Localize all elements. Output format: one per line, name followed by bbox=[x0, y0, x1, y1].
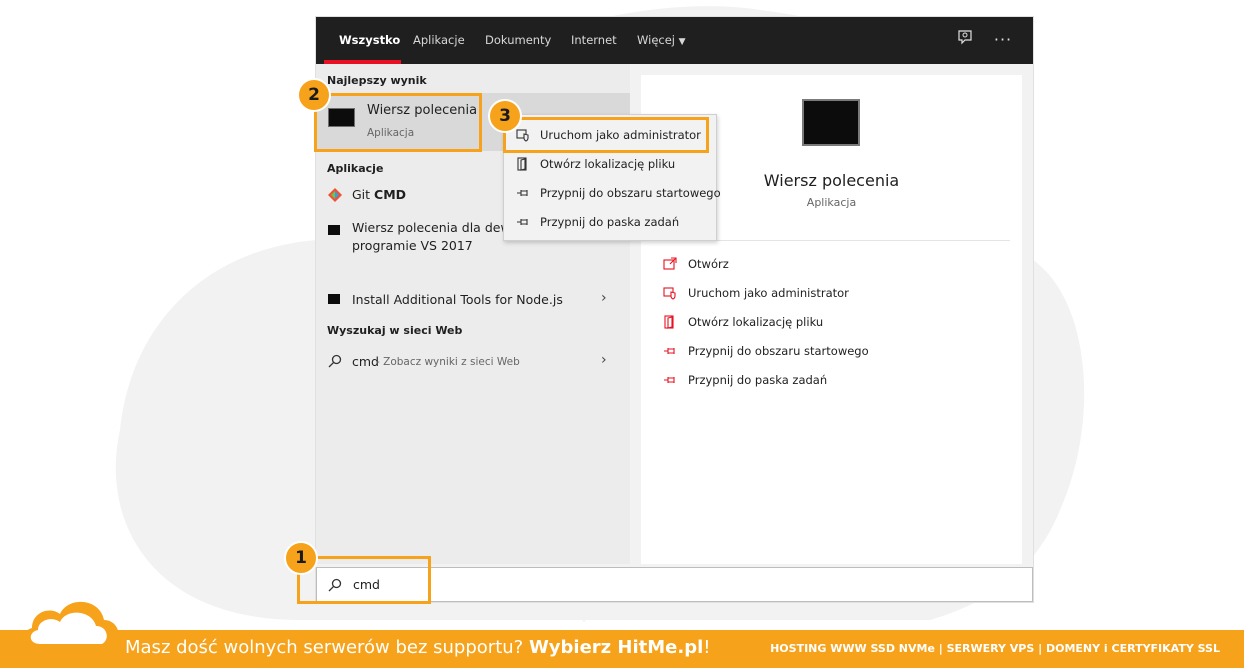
pin-icon bbox=[663, 344, 677, 358]
chevron-right-icon[interactable]: › bbox=[601, 352, 607, 368]
cmd-icon bbox=[328, 294, 340, 304]
ctx-open-location[interactable]: Otwórz lokalizację pliku bbox=[504, 150, 716, 179]
cmd-icon bbox=[328, 225, 340, 235]
node-tools-label: Install Additional Tools for Node.js bbox=[352, 292, 563, 307]
pin-icon bbox=[663, 373, 677, 387]
search-icon bbox=[328, 354, 342, 368]
highlight-run-as-admin bbox=[503, 117, 709, 153]
tab-apps[interactable]: Aplikacje bbox=[413, 17, 465, 64]
vs-cmd-line1: Wiersz polecenia dla dew bbox=[352, 220, 511, 235]
action-run-as-admin-label: Uruchom jako administrator bbox=[688, 286, 849, 300]
git-cmd-label: Git CMD bbox=[352, 187, 406, 202]
banner-question: Masz dość wolnych serwerów bez supportu? bbox=[125, 637, 529, 658]
action-open-location-label: Otwórz lokalizację pliku bbox=[688, 315, 824, 329]
tab-more[interactable]: Więcej ▼ bbox=[637, 17, 686, 64]
tab-documents[interactable]: Dokumenty bbox=[485, 17, 551, 64]
step-badge-1: 1 bbox=[284, 541, 318, 575]
tab-more-label: Więcej bbox=[637, 33, 675, 47]
git-cmd-prefix: Git bbox=[352, 187, 375, 202]
promo-banner: Masz dość wolnych serwerów bez supportu?… bbox=[0, 630, 1244, 668]
cmd-large-icon bbox=[802, 99, 860, 146]
banner-text: Masz dość wolnych serwerów bez supportu?… bbox=[125, 637, 710, 658]
web-search-header: Wyszukaj w sieci Web bbox=[327, 324, 463, 337]
apps-header: Aplikacje bbox=[327, 162, 384, 175]
ctx-pin-start-label: Przypnij do obszaru startowego bbox=[540, 186, 721, 200]
banner-services: HOSTING WWW SSD NVMe | SERWERY VPS | DOM… bbox=[770, 642, 1220, 655]
vs-cmd-line2: programie VS 2017 bbox=[352, 238, 473, 253]
pin-icon bbox=[516, 186, 530, 200]
tab-all[interactable]: Wszystko bbox=[339, 17, 400, 64]
action-pin-start-label: Przypnij do obszaru startowego bbox=[688, 344, 869, 358]
caret-down-icon: ▼ bbox=[678, 37, 686, 47]
action-pin-taskbar-label: Przypnij do paska zadań bbox=[688, 373, 828, 387]
best-match-header: Najlepszy wynik bbox=[327, 74, 427, 87]
web-result-query: cmd bbox=[352, 354, 379, 369]
hitme-cloud-logo bbox=[22, 601, 119, 650]
banner-cta[interactable]: Wybierz HitMe.pl bbox=[529, 637, 703, 658]
web-result-item[interactable]: cmd - Zobacz wyniki z sieci Web › bbox=[316, 349, 630, 375]
ctx-open-location-label: Otwórz lokalizację pliku bbox=[540, 157, 676, 171]
step-badge-2: 2 bbox=[297, 78, 331, 112]
git-icon bbox=[328, 188, 342, 202]
open-icon bbox=[663, 257, 677, 271]
ctx-pin-taskbar[interactable]: Przypnij do paska zadań bbox=[504, 208, 716, 237]
chevron-right-icon[interactable]: › bbox=[601, 290, 607, 306]
ctx-pin-taskbar-label: Przypnij do paska zadań bbox=[540, 215, 680, 229]
ctx-pin-start[interactable]: Przypnij do obszaru startowego bbox=[504, 179, 721, 208]
list-item[interactable]: Install Additional Tools for Node.js › bbox=[316, 287, 630, 313]
feedback-icon[interactable] bbox=[954, 29, 976, 51]
search-tabs-bar: Wszystko Aplikacje Dokumenty Internet Wi… bbox=[316, 17, 1033, 64]
banner-suffix: ! bbox=[703, 637, 711, 658]
action-open-label: Otwórz bbox=[688, 257, 729, 271]
git-cmd-bold: CMD bbox=[374, 187, 407, 202]
tab-internet[interactable]: Internet bbox=[571, 17, 617, 64]
step-badge-3: 3 bbox=[488, 99, 522, 133]
folder-open-icon bbox=[516, 157, 530, 171]
pin-icon bbox=[516, 215, 530, 229]
web-result-hint: - Zobacz wyniki z sieci Web bbox=[376, 356, 520, 368]
more-options-icon[interactable]: ··· bbox=[992, 29, 1014, 51]
folder-open-icon bbox=[663, 315, 677, 329]
highlight-best-match bbox=[314, 93, 482, 152]
shield-run-icon bbox=[663, 286, 677, 300]
